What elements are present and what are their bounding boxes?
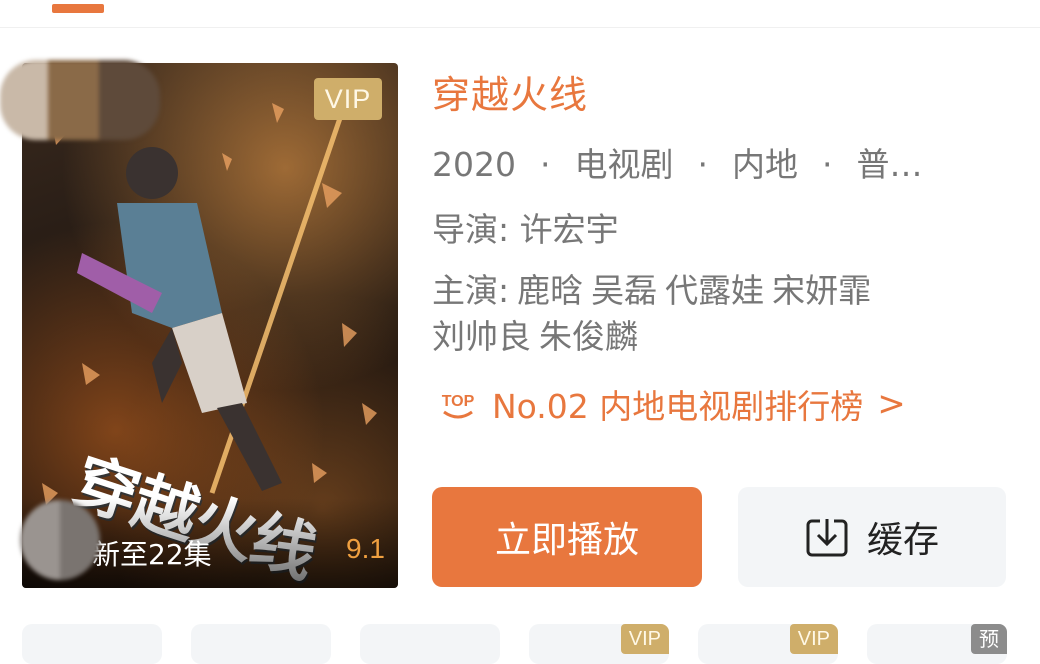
download-icon — [806, 518, 848, 557]
director-name: 许宏宇 — [519, 210, 619, 249]
cast-member: 鹿晗 — [517, 271, 584, 310]
cast-member: 宋妍霏 — [772, 271, 872, 310]
cache-label: 缓存 — [866, 520, 939, 561]
cache-button[interactable]: 缓存 — [738, 487, 1006, 587]
update-status: 新至22集 — [92, 538, 212, 571]
episode-tile[interactable] — [191, 624, 331, 664]
vip-badge: VIP — [620, 624, 669, 654]
vip-badge: VIP — [789, 624, 838, 654]
rating-score: 9.1 — [346, 533, 385, 564]
meta-year: 2020 — [432, 145, 516, 184]
meta-type: 电视剧 — [574, 145, 674, 184]
meta-region: 内地 — [731, 145, 798, 184]
meta-line[interactable]: 2020 · 电视剧 · 内地 · 普… — [432, 138, 992, 186]
vip-badge: VIP — [314, 78, 382, 120]
svg-text:TOP: TOP — [442, 393, 475, 410]
director-label: 导演: — [432, 210, 510, 249]
show-title: 穿越火线 — [432, 73, 589, 117]
ranking-text: No.02 内地电视剧排行榜 — [492, 387, 864, 426]
meta-separator: · — [821, 145, 833, 184]
divider — [0, 27, 1040, 28]
active-tab-indicator — [52, 4, 104, 13]
meta-separator: · — [697, 145, 708, 184]
blurred-avatar — [20, 500, 100, 580]
cast-member: 朱俊麟 — [539, 317, 638, 356]
episode-tile[interactable]: VIP — [698, 624, 838, 664]
meta-genre: 普… — [856, 145, 923, 184]
episode-tile[interactable]: VIP — [529, 624, 669, 664]
play-button[interactable]: 立即播放 — [432, 487, 702, 587]
cast-member: 吴磊 — [591, 271, 658, 310]
episode-tile[interactable] — [360, 624, 500, 664]
chevron-right-icon: > — [877, 384, 906, 424]
ranking-link[interactable]: TOP No.02 内地电视剧排行榜 > — [438, 384, 906, 426]
blurred-avatar — [0, 60, 160, 140]
cast-line: 主演: 鹿晗 吴磊 代露娃 宋妍霏刘帅良 朱俊麟 — [432, 268, 992, 360]
cast-member: 刘帅良 — [432, 317, 531, 356]
episode-tile[interactable]: 预 — [867, 624, 1007, 664]
meta-separator: · — [539, 145, 551, 184]
episode-tile[interactable] — [22, 624, 162, 664]
cast-label: 主演: — [432, 271, 510, 310]
top-icon: TOP — [442, 393, 475, 419]
preview-badge: 预 — [971, 624, 1007, 654]
director-line: 导演: 许宏宇 — [432, 203, 619, 251]
cast-member: 代露娃 — [665, 271, 765, 310]
